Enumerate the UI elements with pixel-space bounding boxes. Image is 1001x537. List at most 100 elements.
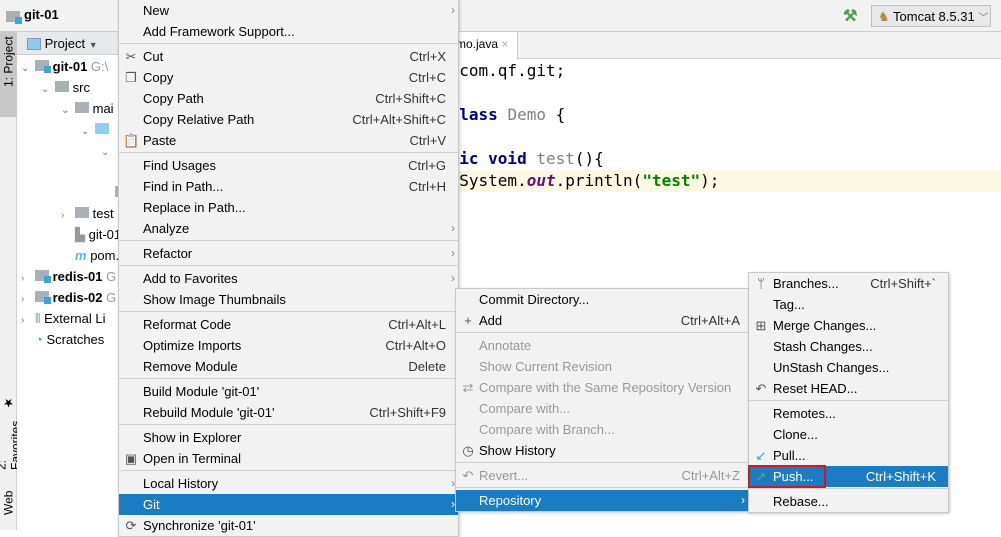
menu-item-shortcut: Ctrl+Alt+A bbox=[680, 313, 740, 328]
chevron-down-icon[interactable]: ⌄ bbox=[21, 58, 35, 79]
tree-item[interactable] bbox=[101, 161, 115, 182]
menu-item-remotes[interactable]: Remotes... bbox=[749, 403, 948, 424]
menu-item-show-in-explorer[interactable]: Show in Explorer bbox=[119, 427, 458, 448]
menu-item-reformat-code[interactable]: Reformat Code Ctrl+Alt+L bbox=[119, 314, 458, 335]
menu-item-copy[interactable]: ❐ Copy Ctrl+C bbox=[119, 67, 458, 88]
chevron-right-icon[interactable]: › bbox=[21, 310, 35, 331]
build-hammer-icon[interactable]: ⚒ bbox=[843, 6, 857, 26]
menu-item-clone[interactable]: Clone... bbox=[749, 424, 948, 445]
tree-item[interactable]: ⌄ src bbox=[41, 77, 90, 98]
menu-item-rebuild-module-git-01[interactable]: Rebuild Module 'git-01' Ctrl+Shift+F9 bbox=[119, 402, 458, 423]
tree-item[interactable]: › redis-02 G bbox=[21, 287, 116, 308]
close-icon[interactable]: × bbox=[501, 37, 508, 51]
menu-item-branches[interactable]: ᛘ Branches... Ctrl+Shift+` bbox=[749, 273, 948, 294]
menu-item-open-in-terminal[interactable]: ▣ Open in Terminal bbox=[119, 448, 458, 469]
code-token: out bbox=[526, 171, 556, 190]
run-configuration-select[interactable]: ♞ Tomcat 8.5.31 ﹀ bbox=[871, 5, 991, 27]
folder-icon bbox=[75, 207, 89, 218]
menu-item-paste[interactable]: 📋 Paste Ctrl+V bbox=[119, 130, 458, 151]
tree-item[interactable]: ⌄ bbox=[81, 119, 109, 140]
menu-item-refactor[interactable]: Refactor › bbox=[119, 243, 458, 264]
tab-project[interactable]: 1: Project bbox=[0, 32, 17, 117]
menu-item-copy-relative-path[interactable]: Copy Relative Path Ctrl+Alt+Shift+C bbox=[119, 109, 458, 130]
code-line: e com.qf.git; bbox=[440, 60, 1001, 82]
tree-item[interactable]: ⌄ bbox=[101, 140, 115, 161]
menu-item-optimize-imports[interactable]: Optimize Imports Ctrl+Alt+O bbox=[119, 335, 458, 356]
menu-item-label: Local History bbox=[143, 476, 219, 491]
menu-item-label: Cut bbox=[143, 49, 164, 64]
menu-item-show-current-revision[interactable]: Show Current Revision bbox=[456, 356, 748, 377]
menu-item-new[interactable]: New › bbox=[119, 0, 458, 21]
tree-item[interactable]: ⌄ mai bbox=[61, 98, 114, 119]
menu-item-add-to-favorites[interactable]: Add to Favorites › bbox=[119, 268, 458, 289]
menu-item-reset-head[interactable]: ↶ Reset HEAD... bbox=[749, 378, 948, 399]
menu-item-shortcut: Ctrl+Alt+L bbox=[388, 317, 446, 332]
module-icon bbox=[35, 291, 51, 304]
chevron-down-icon[interactable]: ⌄ bbox=[101, 142, 115, 163]
menu-item-shortcut: Ctrl+Shift+` bbox=[870, 276, 936, 291]
chevron-right-icon[interactable]: › bbox=[21, 289, 35, 310]
menu-item-compare-with-branch[interactable]: Compare with Branch... bbox=[456, 419, 748, 440]
chevron-down-icon[interactable]: ⌄ bbox=[61, 100, 75, 121]
tab-favorites[interactable]: 2: Favorites ★ bbox=[0, 392, 23, 474]
menu-item-repository[interactable]: Repository › bbox=[456, 490, 748, 511]
menu-item-label: Annotate bbox=[479, 338, 532, 353]
menu-item-find-in-path[interactable]: Find in Path... Ctrl+H bbox=[119, 176, 458, 197]
tab-web[interactable]: Web bbox=[0, 487, 17, 530]
project-panel-header[interactable]: Project ▼ bbox=[17, 32, 118, 55]
menu-item-add[interactable]: + Add Ctrl+Alt+A bbox=[456, 310, 748, 331]
menu-item-label: Open in Terminal bbox=[143, 451, 242, 466]
menu-item-unstash-changes[interactable]: UnStash Changes... bbox=[749, 357, 948, 378]
menu-item-annotate[interactable]: Annotate bbox=[456, 335, 748, 356]
project-title[interactable]: git-01 bbox=[24, 7, 59, 22]
tree-item[interactable]: › ⫴ External Li bbox=[21, 308, 106, 329]
project-panel: Project ▼ ⌄ git-01 G:\ ⌄ src ⌄ mai ⌄ ⌄ › te… bbox=[17, 32, 133, 530]
menu-item-compare-with[interactable]: Compare with... bbox=[456, 398, 748, 419]
sync-icon: ⟳ bbox=[125, 518, 137, 533]
chevron-right-icon[interactable]: › bbox=[21, 268, 35, 289]
code-token: { bbox=[545, 105, 566, 124]
menu-item-remove-module[interactable]: Remove Module Delete bbox=[119, 356, 458, 377]
menu-item-cut[interactable]: ✂ Cut Ctrl+X bbox=[119, 46, 458, 67]
submenu-arrow-icon: › bbox=[451, 246, 455, 260]
tree-item[interactable]: ◔ Scratches bbox=[21, 329, 104, 350]
menu-item-add-framework-support[interactable]: Add Framework Support... bbox=[119, 21, 458, 42]
menu-item-compare-with-the-same-repository-version[interactable]: ⇄ Compare with the Same Repository Versio… bbox=[456, 377, 748, 398]
tree-item[interactable]: › test bbox=[61, 203, 114, 224]
menu-item-git[interactable]: Git › bbox=[119, 494, 458, 515]
menu-item-label: Compare with... bbox=[479, 401, 571, 416]
folder-icon bbox=[75, 102, 89, 113]
menu-item-push[interactable]: ↗ Push... Ctrl+Shift+K bbox=[748, 465, 948, 488]
chevron-down-icon[interactable]: ⌄ bbox=[81, 121, 95, 142]
tree-item-label: redis-02 bbox=[52, 290, 103, 305]
menu-item-analyze[interactable]: Analyze › bbox=[119, 218, 458, 239]
menu-item-tag[interactable]: Tag... bbox=[749, 294, 948, 315]
run-config-label: Tomcat 8.5.31 bbox=[893, 9, 975, 24]
tree-item[interactable]: › redis-01 G bbox=[21, 266, 116, 287]
chevron-down-icon[interactable]: ⌄ bbox=[41, 79, 55, 100]
context-menu: New › Add Framework Support... ✂ Cut Ctrl+X ❐ C… bbox=[118, 0, 459, 537]
code-token: ); bbox=[700, 171, 720, 190]
menu-item-find-usages[interactable]: Find Usages Ctrl+G bbox=[119, 155, 458, 176]
tree-item[interactable]: ⌄ git-01 G:\ bbox=[21, 56, 108, 77]
menu-item-commit-directory[interactable]: Commit Directory... bbox=[456, 289, 748, 310]
menu-item-label: Tag... bbox=[773, 297, 805, 312]
menu-item-show-image-thumbnails[interactable]: Show Image Thumbnails bbox=[119, 289, 458, 310]
menu-item-rebase[interactable]: Rebase... bbox=[749, 491, 948, 512]
menu-item-copy-path[interactable]: Copy Path Ctrl+Shift+C bbox=[119, 88, 458, 109]
menu-item-stash-changes[interactable]: Stash Changes... bbox=[749, 336, 948, 357]
menu-item-local-history[interactable]: Local History › bbox=[119, 473, 458, 494]
menu-item-show-history[interactable]: ◷ Show History bbox=[456, 440, 748, 461]
menu-item-synchronize-git-01[interactable]: ⟳ Synchronize 'git-01' bbox=[119, 515, 458, 536]
menu-item-shortcut: Ctrl+Alt+O bbox=[385, 338, 446, 353]
menu-item-merge-changes[interactable]: ⊞ Merge Changes... bbox=[749, 315, 948, 336]
menu-item-pull[interactable]: ↙ Pull... bbox=[749, 445, 948, 466]
tree-item-label: redis-01 bbox=[52, 269, 103, 284]
chevron-right-icon[interactable]: › bbox=[61, 205, 75, 226]
editor-tab-label: mo.java bbox=[456, 37, 499, 51]
menu-item-revert[interactable]: ↶ Revert... Ctrl+Alt+Z bbox=[456, 465, 748, 486]
menu-item-label: Pull... bbox=[773, 448, 806, 463]
menu-item-build-module-git-01[interactable]: Build Module 'git-01' bbox=[119, 381, 458, 402]
menu-item-replace-in-path[interactable]: Replace in Path... bbox=[119, 197, 458, 218]
plus-icon: + bbox=[464, 313, 472, 328]
